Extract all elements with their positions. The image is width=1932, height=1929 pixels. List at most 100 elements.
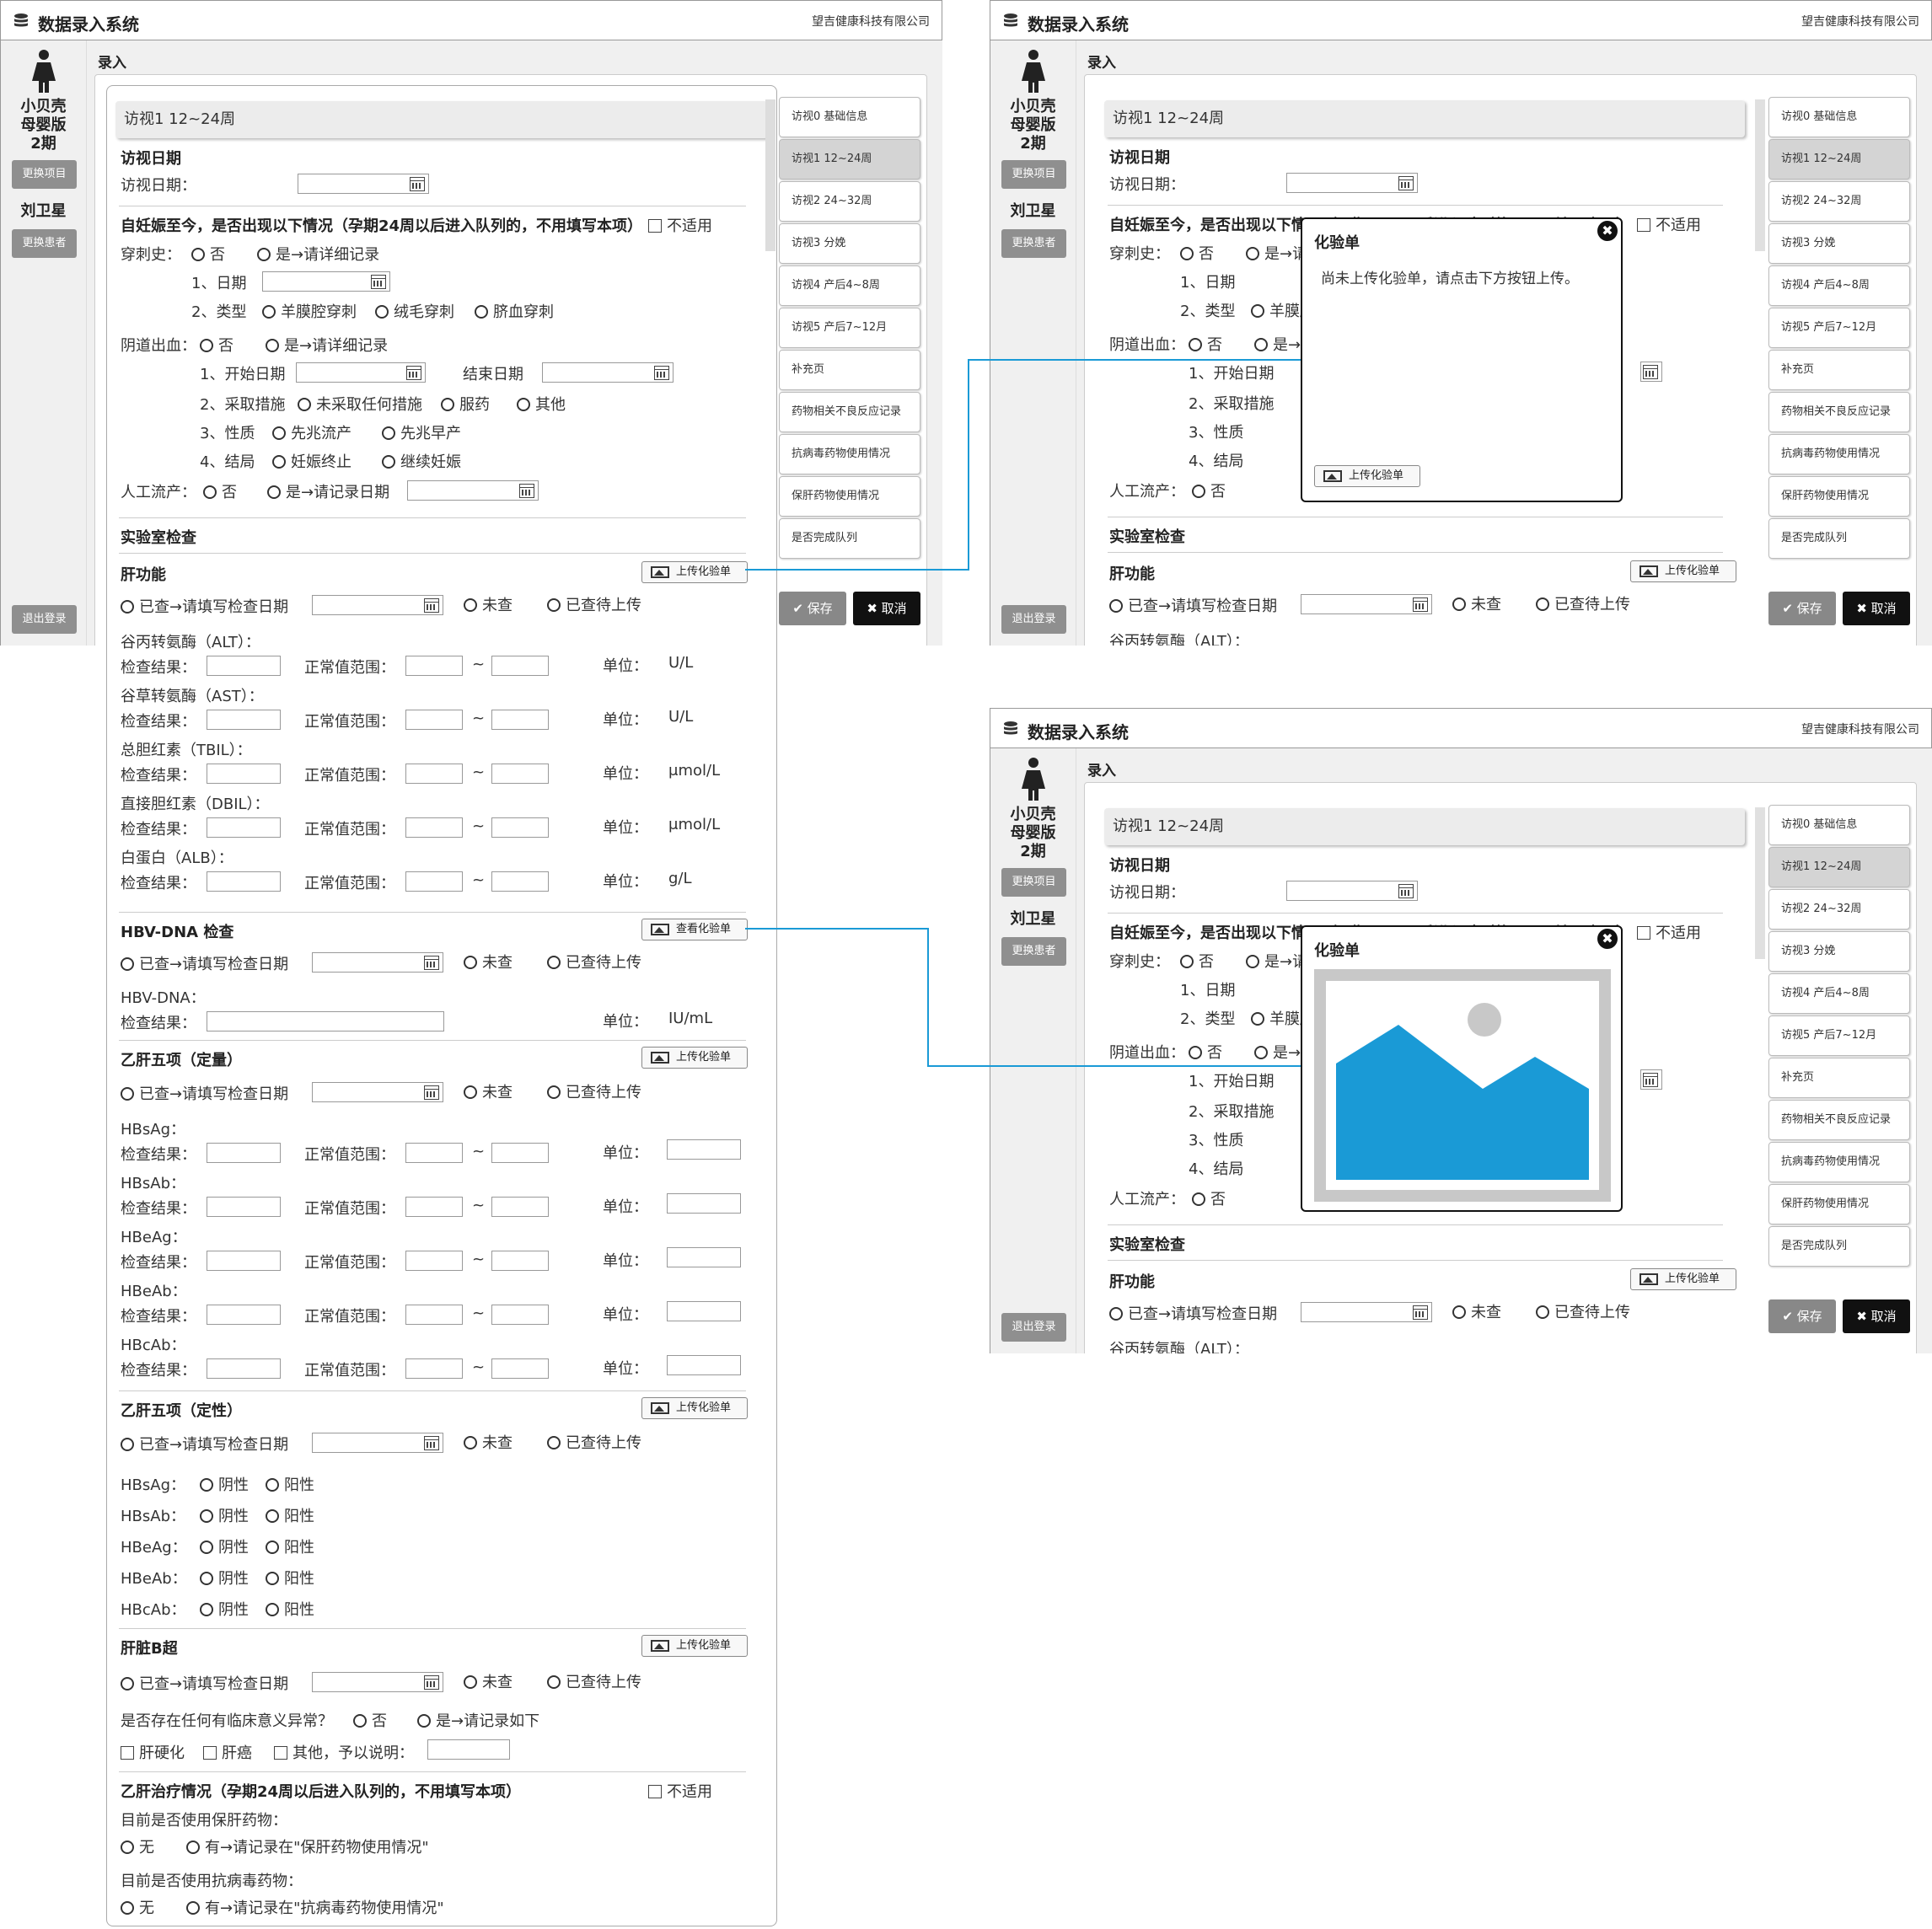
cancel-button[interactable]: ✖ 取消 [853,592,920,625]
liver-unchecked[interactable]: 未查 [1452,1300,1501,1322]
logout-button[interactable]: 退出登录 [12,605,77,634]
close-icon[interactable]: ✖ [1597,929,1618,949]
upload-report-button[interactable]: 上传化验单 [641,561,748,583]
scrollbar[interactable] [1753,88,1767,253]
radio-circle[interactable] [1246,955,1259,968]
hb5l-date-input[interactable] [312,1433,443,1453]
liver-pending[interactable]: 已查待上传 [1536,592,1630,614]
hb5l-unchecked[interactable]: 未查 [464,1431,513,1453]
protect-yes[interactable]: 有→请记录在"保肝药物使用情况" [186,1835,429,1857]
radio-circle[interactable] [266,1509,279,1523]
hb5l-checked[interactable]: 已查→请填写检查日期 [121,1433,288,1455]
hb5q-item-unit-input[interactable] [667,1247,741,1267]
nav-item-visit[interactable]: 抗病毒药物使用情况 [779,434,920,474]
liver-item-range-max[interactable] [491,871,549,892]
other-explain-check[interactable]: 其他，予以说明： [274,1741,414,1763]
end-date-input[interactable] [1640,362,1662,382]
calendar-icon[interactable] [1398,884,1414,898]
other-explain-input[interactable] [427,1739,510,1760]
checkbox[interactable] [121,1746,134,1760]
hb5q-item-unit-input[interactable] [667,1139,741,1160]
liver-date-input[interactable] [1301,1302,1432,1322]
liver-item-range-max[interactable] [491,817,549,838]
continued-radio[interactable]: 继续妊娠 [382,450,461,472]
radio-circle[interactable] [266,1478,279,1492]
calendar-icon[interactable] [424,1085,439,1100]
nav-item-visit[interactable]: 访视4 产后4~8周 [779,265,920,306]
nav-item-visit[interactable]: 药物相关不良反应记录 [1768,1100,1910,1140]
radio-circle[interactable] [121,957,134,971]
no-measures-radio[interactable]: 未采取任何措施 [298,393,422,415]
nav-item-visit[interactable]: 访视1 12~24周 [1768,139,1910,180]
threatened-preterm-radio[interactable]: 先兆早产 [382,421,461,443]
logout-button[interactable]: 退出登录 [1001,605,1066,634]
radio-circle[interactable] [200,1509,213,1523]
radio-circle[interactable] [1192,1192,1205,1206]
hb5l-positive[interactable]: 阳性 [266,1598,314,1620]
hb5q-date-input[interactable] [312,1082,443,1102]
nav-item-visit[interactable]: 访视2 24~32周 [1768,889,1910,930]
chorion-radio[interactable]: 绒毛穿刺 [375,300,454,322]
checkbox[interactable] [648,219,662,233]
abnormal-no[interactable]: 否 [353,1709,387,1731]
radio-circle[interactable] [1109,599,1123,613]
hbv-date-input[interactable] [312,952,443,973]
puncture-yes[interactable]: 是→请详细记录 [257,243,379,265]
radio-circle[interactable] [1246,247,1259,260]
hb5l-positive[interactable]: 阳性 [266,1473,314,1495]
hb5q-item-result-input[interactable] [207,1251,281,1271]
liver-item-range-min[interactable] [405,764,463,784]
hb5l-negative[interactable]: 阴性 [200,1535,249,1557]
change-project-button[interactable]: 更换项目 [12,160,77,189]
radio-circle[interactable] [1536,1305,1549,1319]
radio-circle[interactable] [464,956,477,969]
logout-button[interactable]: 退出登录 [1001,1313,1066,1342]
radio-circle[interactable] [266,1572,279,1585]
hb5l-negative[interactable]: 阴性 [200,1504,249,1526]
liver-item-result-input[interactable] [207,817,281,838]
threatened-abortion-radio[interactable]: 先兆流产 [272,421,352,443]
nav-item-visit[interactable]: 是否完成队列 [1768,518,1910,559]
abortion-date-input[interactable] [407,480,539,501]
end-date-input[interactable] [1640,1069,1662,1090]
nav-item-visit[interactable]: 药物相关不良反应记录 [779,392,920,432]
radio-circle[interactable] [121,1901,134,1915]
nav-item-visit[interactable]: 访视3 分娩 [779,223,920,264]
nav-item-visit[interactable]: 抗病毒药物使用情况 [1768,1142,1910,1182]
radio-circle[interactable] [547,1436,561,1449]
radio-circle[interactable] [1109,1307,1123,1321]
nav-item-visit[interactable]: 补充页 [1768,350,1910,390]
nav-item-visit[interactable]: 访视2 24~32周 [1768,181,1910,222]
checkbox[interactable] [274,1746,287,1760]
radio-circle[interactable] [1180,955,1194,968]
radio-circle[interactable] [1251,304,1264,318]
bus-pending[interactable]: 已查待上传 [547,1670,641,1692]
puncture-no[interactable]: 否 [1180,950,1214,972]
hb5l-negative[interactable]: 阴性 [200,1473,249,1495]
upload-report-button[interactable]: 上传化验单 [1630,1268,1736,1290]
liver-item-range-min[interactable] [405,656,463,676]
hb5l-negative[interactable]: 阴性 [200,1598,249,1620]
other-radio[interactable]: 其他 [517,393,566,415]
bleeding-yes[interactable]: 是→请详细记录 [266,334,388,356]
antiviral-none[interactable]: 无 [121,1896,154,1918]
hb5q-item-range-min[interactable] [405,1305,463,1325]
cancel-button[interactable]: ✖ 取消 [1843,592,1910,625]
radio-circle[interactable] [464,1675,477,1689]
radio-circle[interactable] [266,1603,279,1616]
radio-circle[interactable] [1254,1046,1268,1059]
hb5q-item-range-max[interactable] [491,1143,549,1163]
hb5q-item-result-input[interactable] [207,1143,281,1163]
calendar-icon[interactable] [1643,1073,1658,1087]
radio-circle[interactable] [547,1675,561,1689]
nav-item-visit[interactable]: 访视4 产后4~8周 [1768,265,1910,306]
nav-item-visit[interactable]: 是否完成队列 [779,518,920,559]
calendar-icon[interactable] [424,1675,439,1690]
bus-checked[interactable]: 已查→请填写检查日期 [121,1672,288,1694]
radio-circle[interactable] [547,1085,561,1099]
hb5q-item-range-min[interactable] [405,1197,463,1217]
medicine-radio[interactable]: 服药 [441,393,490,415]
hb5q-item-unit-input[interactable] [667,1301,741,1321]
nav-item-visit[interactable]: 补充页 [779,350,920,390]
hb5q-item-result-input[interactable] [207,1305,281,1325]
